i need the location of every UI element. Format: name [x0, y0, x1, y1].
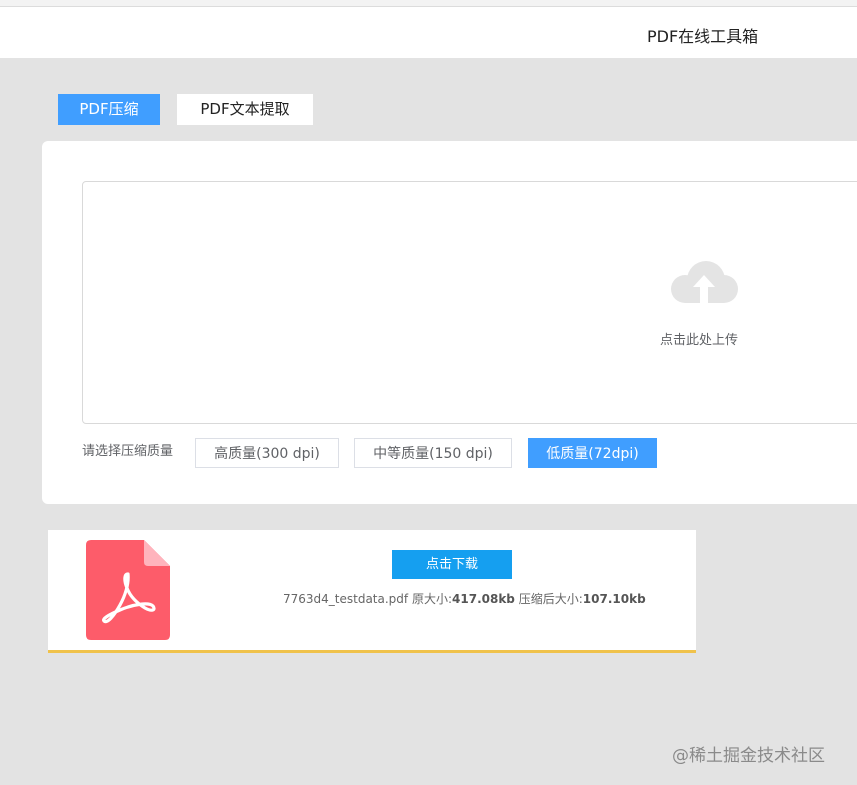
original-size: 417.08kb [452, 592, 515, 606]
quality-label: 请选择压缩质量 [82, 444, 174, 459]
compressed-size: 107.10kb [582, 592, 646, 606]
upload-hint: 点击此处上传 [660, 333, 739, 348]
watermark: @稀土掘金技术社区 [672, 746, 825, 766]
download-button[interactable]: 点击下载 [392, 550, 512, 579]
pdf-file-icon [86, 540, 170, 640]
cloud-upload-icon [671, 261, 738, 303]
upload-dropzone[interactable] [82, 181, 857, 424]
header-bar: PDF在线工具箱 [0, 7, 857, 58]
file-name: 7763d4_testdata.pdf [283, 592, 409, 606]
tab-pdf-compress[interactable]: PDF压缩 [58, 94, 160, 125]
quality-high-button[interactable]: 高质量(300 dpi) [195, 438, 339, 468]
app-title: PDF在线工具箱 [647, 27, 759, 46]
quality-low-button[interactable]: 低质量(72dpi) [528, 438, 657, 468]
tab-pdf-text-extract[interactable]: PDF文本提取 [177, 94, 313, 125]
compressed-size-label: 压缩后大小: [518, 592, 583, 606]
top-border [0, 0, 857, 7]
original-size-label: 原大小: [411, 592, 453, 606]
quality-medium-button[interactable]: 中等质量(150 dpi) [354, 438, 512, 468]
file-info: 7763d4_testdata.pdf 原大小:417.08kb 压缩后大小:1… [283, 590, 646, 607]
